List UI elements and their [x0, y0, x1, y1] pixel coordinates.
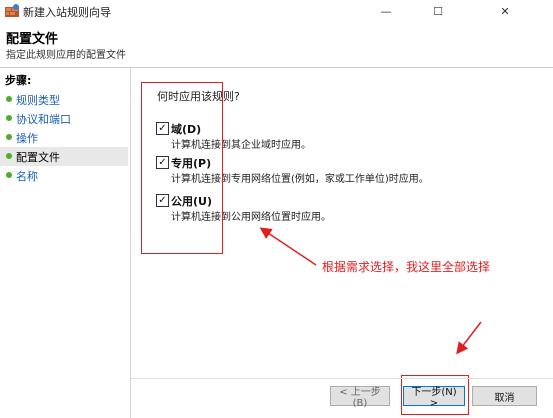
maximize-button[interactable]: ☐	[416, 0, 460, 22]
sidebar-item-action[interactable]: 操作	[0, 128, 128, 147]
back-button[interactable]: < 上一步(B)	[330, 386, 390, 409]
sidebar-item-label: 配置文件	[16, 151, 60, 164]
page-subtitle: 指定此规则应用的配置文件	[6, 50, 126, 61]
sidebar-item-label: 名称	[16, 170, 38, 183]
step-bullet-icon	[6, 115, 12, 121]
steps-sidebar: 步骤: 规则类型 协议和端口 操作 配置文件 名称	[0, 68, 131, 418]
step-bullet-icon	[6, 134, 12, 140]
step-bullet-icon	[6, 96, 12, 102]
arrow-to-checkboxes-icon	[259, 227, 317, 266]
step-bullet-icon	[6, 153, 12, 159]
sidebar-item-rule-type[interactable]: 规则类型	[0, 90, 128, 109]
wizard-header: 配置文件 指定此规则应用的配置文件	[0, 22, 553, 68]
window-title: 新建入站规则向导	[23, 6, 111, 19]
next-button[interactable]: 下一步(N) >	[403, 386, 465, 409]
firewall-app-icon	[5, 4, 19, 17]
sidebar-item-protocol-ports[interactable]: 协议和端口	[0, 109, 128, 128]
cancel-button[interactable]: 取消	[472, 386, 537, 406]
sidebar-item-label: 规则类型	[16, 94, 60, 107]
steps-label: 步骤:	[5, 74, 32, 87]
footer-divider	[131, 378, 553, 379]
annotation-text: 根据需求选择，我这里全部选择	[322, 260, 491, 274]
page-title: 配置文件	[6, 32, 59, 47]
minimize-button[interactable]: —	[364, 0, 408, 22]
sidebar-item-name[interactable]: 名称	[0, 166, 128, 185]
step-bullet-icon	[6, 172, 12, 178]
sidebar-item-profile[interactable]: 配置文件	[0, 147, 128, 166]
close-button[interactable]: ✕	[474, 0, 536, 22]
sidebar-item-label: 操作	[16, 132, 38, 145]
checkbox-highlight-box	[141, 82, 223, 254]
sidebar-item-label: 协议和端口	[16, 113, 71, 126]
arrow-to-next-icon	[456, 321, 482, 355]
title-bar: 新建入站规则向导 — ☐ ✕	[0, 0, 553, 22]
